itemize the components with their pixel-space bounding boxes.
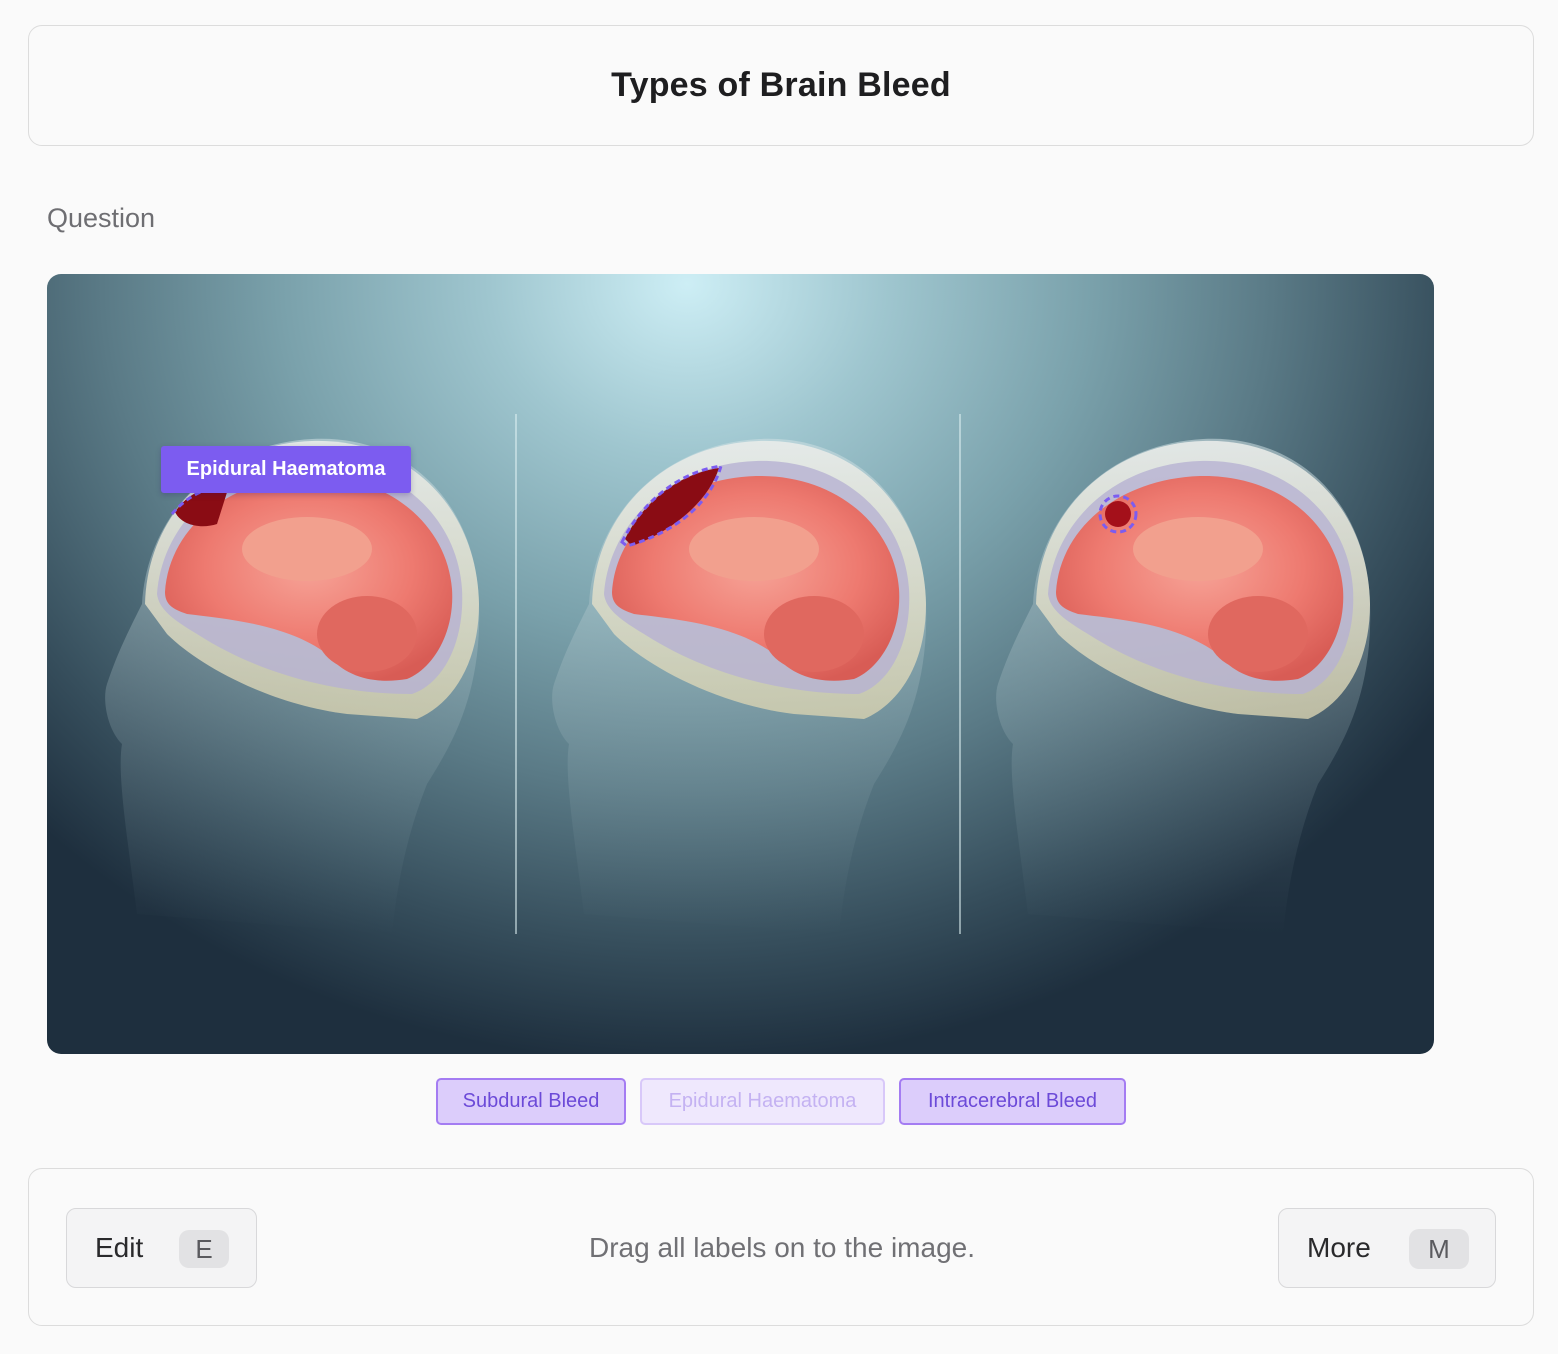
edit-shortcut-key: E: [179, 1230, 229, 1268]
brain-illustration: [105, 414, 1371, 934]
title-card: Types of Brain Bleed: [28, 25, 1534, 146]
head-1: [105, 438, 480, 934]
label-bank: Subdural Bleed Epidural Haematoma Intrac…: [0, 1078, 1558, 1125]
more-button[interactable]: More M: [1278, 1208, 1496, 1288]
head-2: [552, 438, 927, 934]
question-label: Question: [47, 203, 156, 233]
footer-bar: Drag all labels on to the image. Edit E …: [28, 1168, 1534, 1326]
page-title: Types of Brain Bleed: [611, 66, 951, 104]
more-button-label: More: [1307, 1232, 1371, 1263]
more-shortcut-key: M: [1409, 1229, 1469, 1269]
chip-subdural-bleed[interactable]: Subdural Bleed: [436, 1078, 626, 1125]
edit-button-label: Edit: [95, 1232, 144, 1263]
head-3: [996, 438, 1371, 934]
edit-button[interactable]: Edit E: [66, 1208, 257, 1288]
question-image[interactable]: [47, 274, 1434, 1054]
chip-epidural-haematoma[interactable]: Epidural Haematoma: [640, 1078, 885, 1125]
chip-intracerebral-bleed[interactable]: Intracerebral Bleed: [899, 1078, 1126, 1125]
placed-label-epidural-haematoma[interactable]: Epidural Haematoma: [161, 446, 411, 493]
